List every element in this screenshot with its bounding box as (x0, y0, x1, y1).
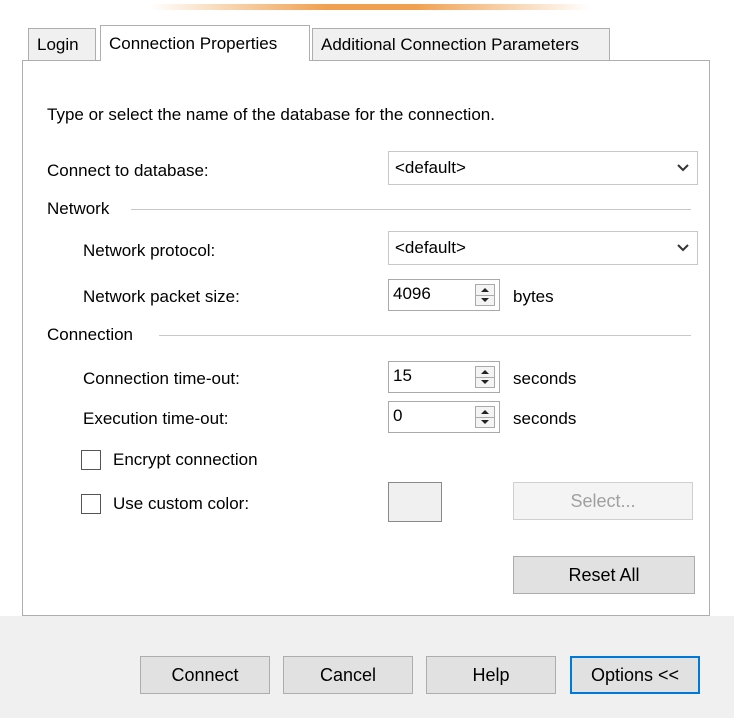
reset-all-button[interactable]: Reset All (513, 556, 695, 594)
use-custom-color-checkbox[interactable] (81, 494, 101, 514)
chevron-down-icon (677, 164, 689, 172)
custom-color-swatch (388, 482, 442, 522)
spin-down-icon[interactable] (476, 295, 494, 305)
execution-timeout-unit: seconds (513, 409, 577, 428)
network-protocol-value: <default> (395, 238, 466, 257)
tab-additional-connection-parameters[interactable]: Additional Connection Parameters (312, 28, 610, 60)
tab-login[interactable]: Login (28, 28, 96, 60)
spin-buttons[interactable] (475, 406, 495, 428)
connect-to-database-dropdown[interactable]: <default> (388, 151, 698, 185)
help-button[interactable]: Help (426, 656, 556, 694)
connection-group-title: Connection (47, 325, 134, 344)
connection-timeout-label: Connection time-out: (83, 369, 240, 388)
spin-down-icon[interactable] (476, 417, 494, 427)
network-group-title: Network (47, 199, 110, 218)
spin-down-icon[interactable] (476, 377, 494, 387)
title-bar-strip (0, 0, 734, 12)
connect-to-database-label: Connect to database: (47, 161, 209, 180)
instruction-text: Type or select the name of the database … (47, 105, 495, 124)
execution-timeout-value: 0 (393, 406, 403, 425)
packet-size-unit: bytes (513, 287, 554, 306)
tab-additional-parameters-label: Additional Connection Parameters (321, 34, 579, 54)
spin-buttons[interactable] (475, 366, 495, 388)
execution-timeout-label: Execution time-out: (83, 409, 229, 428)
connection-timeout-stepper[interactable]: 15 (388, 361, 500, 393)
execution-timeout-stepper[interactable]: 0 (388, 401, 500, 433)
encrypt-connection-label: Encrypt connection (113, 450, 258, 469)
connection-timeout-value: 15 (393, 366, 412, 385)
dialog-footer: Connect Cancel Help Options << (0, 616, 734, 718)
tab-login-label: Login (37, 34, 79, 54)
network-protocol-dropdown[interactable]: <default> (388, 231, 698, 265)
tab-connection-properties-label: Connection Properties (109, 33, 278, 53)
connect-button[interactable]: Connect (140, 656, 270, 694)
network-protocol-label: Network protocol: (83, 241, 216, 260)
select-color-button[interactable]: Select... (513, 482, 693, 520)
tab-connection-properties[interactable]: Connection Properties (100, 25, 310, 61)
use-custom-color-label: Use custom color: (113, 494, 250, 513)
network-group-divider (131, 209, 691, 210)
network-packet-size-value: 4096 (393, 284, 431, 303)
connect-to-database-value: <default> (395, 158, 466, 177)
connection-timeout-unit: seconds (513, 369, 577, 388)
connection-group-divider (159, 335, 691, 336)
connection-properties-panel: Type or select the name of the database … (22, 60, 710, 616)
network-packet-size-stepper[interactable]: 4096 (388, 279, 500, 311)
options-button[interactable]: Options << (570, 656, 700, 694)
network-packet-size-label: Network packet size: (83, 287, 240, 306)
window-glow (150, 4, 590, 10)
chevron-down-icon (677, 244, 689, 252)
spin-buttons[interactable] (475, 284, 495, 306)
cancel-button[interactable]: Cancel (283, 656, 413, 694)
encrypt-connection-checkbox[interactable] (81, 450, 101, 470)
